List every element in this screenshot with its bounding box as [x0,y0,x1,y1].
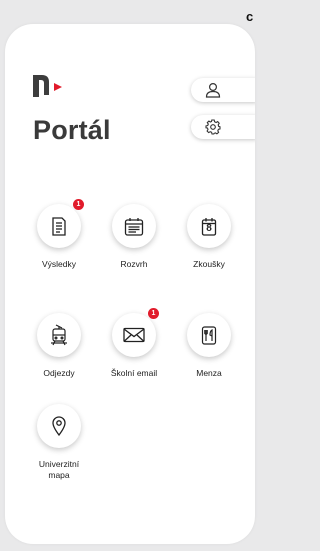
tile-label: Rozvrh [120,259,148,269]
menza-button[interactable] [187,313,231,357]
tile-label: Odjezdy [43,368,75,378]
notification-badge: 1 [148,308,159,319]
tile-skolni-email[interactable]: 1 Školní email [99,308,169,379]
cutlery-icon [201,325,217,345]
location-pin-icon [52,416,66,436]
schedule-icon [124,217,144,236]
calendar-icon: 8 [201,217,217,236]
tile-zkousky[interactable]: 8 Zkoušky [174,204,244,270]
notification-badge: 1 [73,199,84,210]
tile-univerzitni-mapa[interactable]: Univerzitní mapa [24,404,94,481]
calendar-day-number: 8 [206,222,212,234]
tile-vysledky[interactable]: 1 Výsledky [24,199,94,270]
tile-rozvrh[interactable]: Rozvrh [99,204,169,270]
zkousky-button[interactable]: 8 [187,204,231,248]
tile-label: Univerzitní mapa [24,459,94,481]
rozvrh-button[interactable] [112,204,156,248]
settings-button[interactable] [191,115,255,139]
univerzitni-mapa-button[interactable] [37,404,81,448]
vysledky-button[interactable]: 1 [37,199,84,248]
gear-icon [205,119,221,135]
main-card: Portál 1 Výsledky Rozvrh 8 Zkoušky Odjez… [5,24,255,544]
page-title: Portál [33,115,111,145]
tile-odjezdy[interactable]: Odjezdy [24,313,94,379]
tile-label: Menza [196,368,222,378]
skolni-email-button[interactable]: 1 [112,308,159,357]
mail-icon [123,327,145,343]
profile-button[interactable] [191,78,255,102]
tile-label: Zkoušky [193,259,225,269]
tile-label-line: mapa [48,470,70,480]
tile-label: Školní email [110,368,158,378]
odjezdy-button[interactable] [37,313,81,357]
tile-label-line: Univerzitní [38,459,80,469]
tile-label: Výsledky [41,259,76,269]
app-logo [33,75,63,97]
tram-icon [50,324,68,346]
user-icon [205,82,221,98]
tile-menza[interactable]: Menza [174,313,244,379]
document-icon [51,216,67,236]
corner-character: c [246,9,254,24]
